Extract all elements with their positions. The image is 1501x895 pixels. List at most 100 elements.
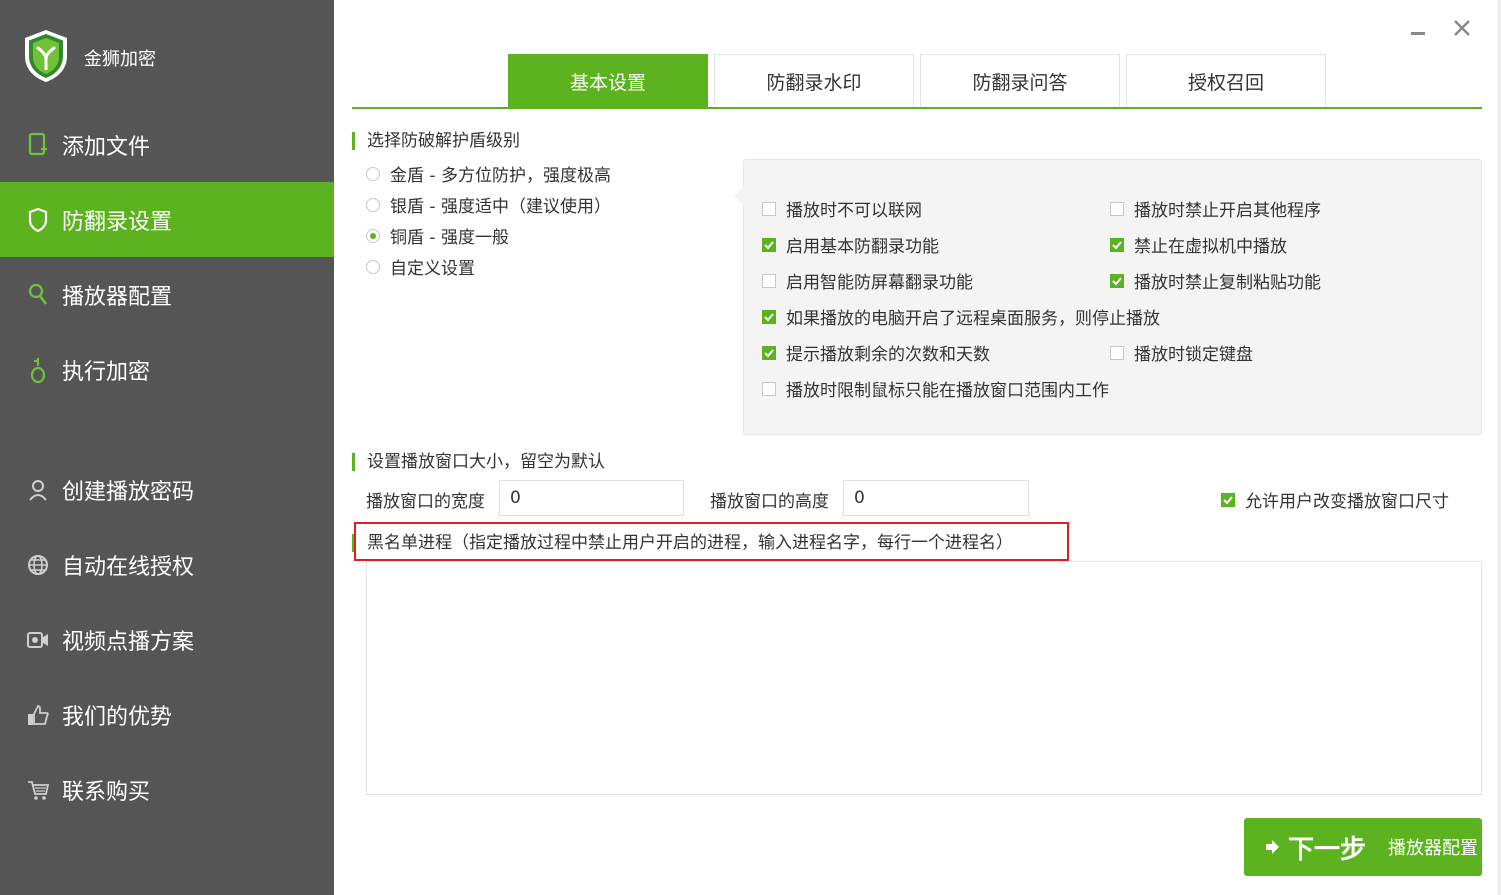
user-icon [26, 476, 50, 504]
options-panel: 播放时不可以联网 播放时禁止开启其他程序 启用基本防翻录功能 禁止在虚拟机中播放… [734, 159, 1482, 435]
option-smart-anti-screen[interactable]: 启用智能防屏幕翻录功能 [762, 268, 973, 293]
thumbs-up-icon [26, 701, 50, 729]
app-name: 金狮加密 [84, 49, 156, 70]
sidebar-item-label: 联系购买 [62, 779, 151, 805]
sidebar-item-label: 视频点播方案 [62, 629, 195, 655]
minimize-button[interactable] [1407, 14, 1429, 42]
checkbox[interactable] [1110, 273, 1124, 288]
close-button[interactable] [1451, 14, 1473, 42]
checkbox[interactable] [762, 381, 776, 396]
tab-anti-record-watermark[interactable]: 防翻录水印 [714, 54, 914, 108]
radio-label: 自定义设置 [390, 259, 475, 279]
checkbox[interactable] [762, 309, 776, 324]
radio-button[interactable] [366, 228, 380, 243]
tab-anti-record-faq[interactable]: 防翻录问答 [920, 54, 1120, 108]
sidebar-item-player-config[interactable]: 播放器配置 [0, 257, 334, 332]
radio-label: 金盾 - 多方位防护，强度极高 [390, 166, 611, 186]
sidebar-item-vod-solution[interactable]: 视频点播方案 [0, 602, 334, 677]
option-label: 禁止在虚拟机中播放 [1134, 237, 1287, 257]
option-label: 提示播放剩余的次数和天数 [786, 345, 990, 365]
option-lock-keyboard[interactable]: 播放时锁定键盘 [1110, 340, 1253, 365]
window-edge [1497, 0, 1501, 895]
minimize-icon [1411, 32, 1425, 35]
sidebar-item-label: 播放器配置 [62, 284, 173, 310]
option-limit-mouse[interactable]: 播放时限制鼠标只能在播放窗口范围内工作 [762, 376, 1109, 401]
close-icon [1454, 20, 1470, 36]
video-icon [26, 626, 50, 654]
search-icon [26, 281, 50, 309]
option-block-other-programs[interactable]: 播放时禁止开启其他程序 [1110, 196, 1321, 221]
tab-bar: 基本设置 防翻录水印 防翻录问答 授权召回 [508, 54, 1326, 108]
tab-underline [352, 107, 1482, 109]
width-input[interactable] [499, 480, 684, 516]
sidebar-item-label: 创建播放密码 [62, 479, 195, 505]
radio-label: 铜盾 - 强度一般 [390, 228, 509, 248]
radio-button[interactable] [366, 259, 380, 274]
checkbox[interactable] [762, 273, 776, 288]
shield-level-title: 选择防破解护盾级别 [352, 132, 520, 150]
sidebar-item-label: 添加文件 [62, 134, 151, 160]
radio-bronze-shield[interactable]: 铜盾 - 强度一般 [366, 220, 611, 251]
check-icon [764, 240, 774, 249]
nav-divider [0, 407, 334, 452]
sidebar-item-label: 我们的优势 [62, 704, 173, 730]
lock-icon [26, 356, 50, 384]
checkbox[interactable] [762, 237, 776, 252]
option-block-vm[interactable]: 禁止在虚拟机中播放 [1110, 232, 1287, 257]
option-block-copy-paste[interactable]: 播放时禁止复制粘贴功能 [1110, 268, 1321, 293]
option-basic-anti-record[interactable]: 启用基本防翻录功能 [762, 232, 939, 257]
option-no-network[interactable]: 播放时不可以联网 [762, 196, 922, 221]
panel-pointer [734, 186, 744, 206]
option-allow-resize[interactable]: 允许用户改变播放窗口尺寸 [1221, 487, 1449, 512]
checkbox[interactable] [762, 201, 776, 216]
shield-level-options: 金盾 - 多方位防护，强度极高 银盾 - 强度适中（建议使用） 铜盾 - 强度一… [366, 158, 611, 282]
check-icon [1223, 495, 1233, 504]
height-label: 播放窗口的高度 [710, 492, 829, 512]
radio-silver-shield[interactable]: 银盾 - 强度适中（建议使用） [366, 189, 611, 220]
radio-button[interactable] [366, 197, 380, 212]
tab-authorization-recall[interactable]: 授权召回 [1126, 54, 1326, 108]
cart-icon [26, 776, 50, 804]
shield-icon [26, 206, 50, 234]
sidebar: 金狮加密 添加文件 防翻录设置 播放器配置 执行加密 创建播放密码 自动在线授权… [0, 0, 334, 895]
option-label: 启用基本防翻录功能 [786, 237, 939, 257]
radio-custom-settings[interactable]: 自定义设置 [366, 251, 611, 282]
radio-gold-shield[interactable]: 金盾 - 多方位防护，强度极高 [366, 158, 611, 189]
sidebar-item-add-file[interactable]: 添加文件 [0, 107, 334, 182]
sidebar-nav: 添加文件 防翻录设置 播放器配置 执行加密 创建播放密码 自动在线授权 视频点播… [0, 107, 334, 827]
checkbox[interactable] [1221, 492, 1235, 507]
next-step-button[interactable]: 下一步 播放器配置 [1244, 818, 1482, 876]
next-step-sublabel: 播放器配置 [1388, 838, 1479, 859]
blacklist-textarea[interactable] [366, 561, 1482, 795]
width-label: 播放窗口的宽度 [366, 492, 485, 512]
radio-label: 银盾 - 强度适中（建议使用） [390, 197, 611, 217]
radio-button[interactable] [366, 166, 380, 181]
sidebar-item-our-advantages[interactable]: 我们的优势 [0, 677, 334, 752]
checkbox[interactable] [1110, 345, 1124, 360]
option-stop-remote-desktop[interactable]: 如果播放的电脑开启了远程桌面服务，则停止播放 [762, 304, 1160, 329]
sidebar-item-anti-record-settings[interactable]: 防翻录设置 [0, 182, 334, 257]
sidebar-item-contact-buy[interactable]: 联系购买 [0, 752, 334, 827]
option-show-remaining[interactable]: 提示播放剩余的次数和天数 [762, 340, 990, 365]
checkbox[interactable] [762, 345, 776, 360]
check-icon [1112, 240, 1122, 249]
next-step-label: 下一步 [1288, 834, 1367, 865]
height-input[interactable] [843, 480, 1029, 516]
option-label: 启用智能防屏幕翻录功能 [786, 273, 973, 293]
sidebar-item-create-password[interactable]: 创建播放密码 [0, 452, 334, 527]
sidebar-item-label: 防翻录设置 [62, 209, 173, 235]
add-file-icon [26, 131, 50, 159]
option-label: 允许用户改变播放窗口尺寸 [1245, 492, 1449, 512]
option-label: 如果播放的电脑开启了远程桌面服务，则停止播放 [786, 309, 1160, 329]
checkbox[interactable] [1110, 237, 1124, 252]
option-label: 播放时禁止开启其他程序 [1134, 201, 1321, 221]
sidebar-item-execute-encrypt[interactable]: 执行加密 [0, 332, 334, 407]
sidebar-item-label: 自动在线授权 [62, 554, 195, 580]
globe-icon [26, 551, 50, 579]
check-icon [764, 312, 774, 321]
sidebar-item-online-auth[interactable]: 自动在线授权 [0, 527, 334, 602]
option-label: 播放时不可以联网 [786, 201, 922, 221]
checkbox[interactable] [1110, 201, 1124, 216]
option-label: 播放时限制鼠标只能在播放窗口范围内工作 [786, 381, 1109, 401]
tab-basic-settings[interactable]: 基本设置 [508, 54, 708, 108]
